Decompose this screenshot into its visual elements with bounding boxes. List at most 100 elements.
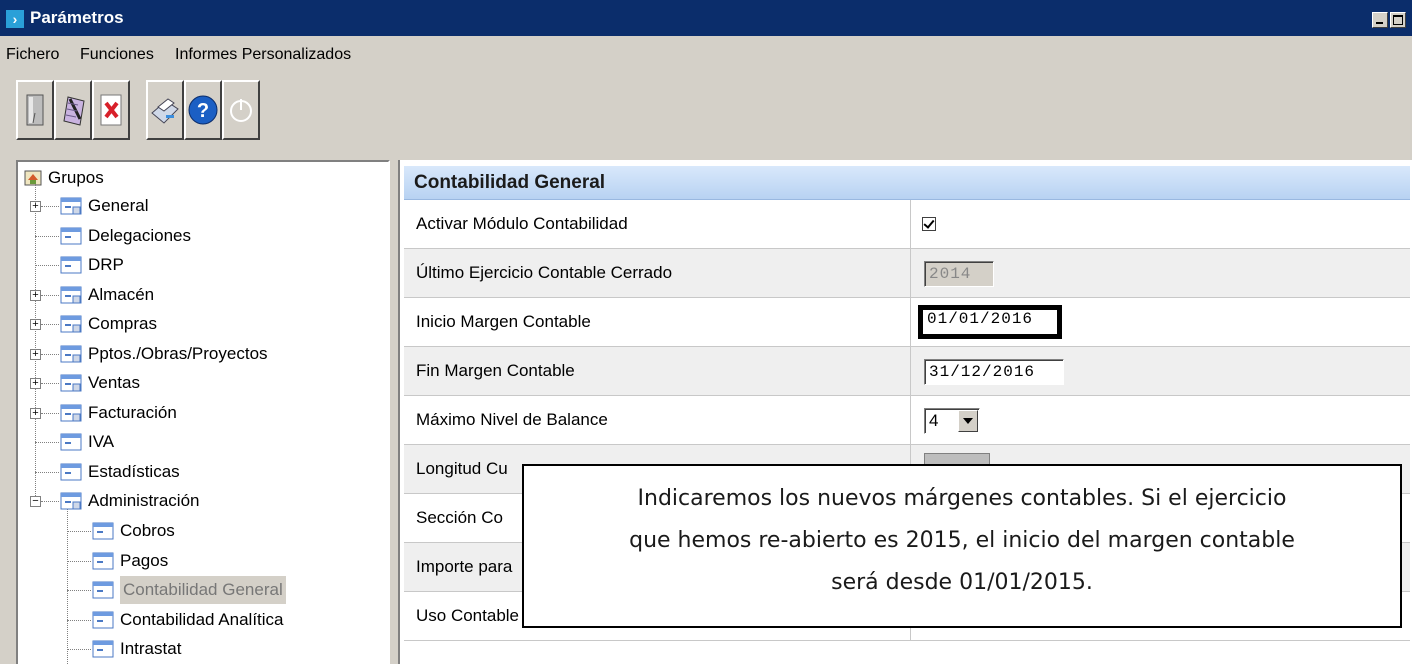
callout-line-3: será desde 01/01/2015. <box>831 570 1093 595</box>
groups-tree: Grupos + General Delegaciones DRP + Almacén + C… <box>16 160 390 664</box>
tree-item-label: Administración <box>88 491 200 510</box>
folder-group-icon <box>60 404 82 421</box>
parameter-field[interactable]: 31/12/2016 <box>924 359 1064 385</box>
tree-item[interactable]: − Administración <box>18 487 388 515</box>
tree-item[interactable]: Estadísticas <box>18 458 388 486</box>
help-button[interactable]: ? <box>184 80 222 140</box>
folder-group-icon <box>60 315 82 333</box>
title-bar: › Parámetros <box>0 0 1412 36</box>
expand-toggle-icon[interactable]: + <box>30 319 41 330</box>
tree-line <box>67 531 91 532</box>
column-separator <box>910 396 911 445</box>
maximize-button[interactable] <box>1390 12 1406 28</box>
tree-line <box>35 265 59 266</box>
tree-item[interactable]: + Almacén <box>18 281 388 309</box>
print-button[interactable] <box>146 80 184 140</box>
tree-child-label: Pagos <box>120 550 169 570</box>
column-separator <box>910 298 911 347</box>
form-icon <box>60 463 82 480</box>
groups-icon <box>24 170 42 186</box>
exit-button[interactable] <box>222 80 260 140</box>
tree-root-label: Grupos <box>48 168 104 187</box>
callout-line-1: Indicaremos los nuevos márgenes contable… <box>637 486 1287 511</box>
tree-item[interactable]: IVA <box>18 428 388 456</box>
expand-toggle-icon[interactable]: − <box>30 496 41 507</box>
tree-item[interactable]: Delegaciones <box>18 222 388 250</box>
edit-button[interactable] <box>54 80 92 140</box>
app-arrow-icon: › <box>6 10 24 28</box>
parameter-checkbox[interactable] <box>922 217 936 231</box>
parameter-row: Inicio Margen Contable 01/01/2016 <box>404 298 1410 347</box>
tree-item-label: General <box>88 196 149 215</box>
tree-child-item[interactable]: Contabilidad General <box>18 576 388 604</box>
tree-line <box>41 324 59 325</box>
tree-line <box>35 442 59 443</box>
tree-child-label: Intrastat <box>120 639 182 658</box>
tree-item-label: Almacén <box>88 284 155 304</box>
tree-line <box>67 649 91 650</box>
menu-funciones[interactable]: Funciones <box>80 46 154 64</box>
tree-line <box>41 383 59 384</box>
tree-line <box>41 353 59 355</box>
tree-line <box>35 471 59 473</box>
tree-line <box>41 501 59 502</box>
folder-group-icon <box>60 197 82 215</box>
parameter-row: Último Ejercicio Contable Cerrado 2014 <box>404 249 1410 298</box>
tree-item[interactable]: + Ventas <box>18 369 388 397</box>
tree-item[interactable]: + Compras <box>18 310 388 338</box>
tree-item-label: IVA <box>88 432 115 451</box>
parameter-row: Máximo Nivel de Balance 4 <box>404 396 1410 445</box>
parameter-field-focused[interactable]: 01/01/2016 <box>918 305 1062 339</box>
minimize-button[interactable] <box>1372 12 1388 28</box>
parameter-combo[interactable]: 4 <box>924 408 980 434</box>
tree-child-item[interactable]: Contabilidad Analítica <box>18 606 388 634</box>
expand-toggle-icon[interactable]: + <box>30 348 41 360</box>
parameter-label: Longitud Cu <box>416 459 508 478</box>
tree-line <box>67 619 91 621</box>
chevron-down-icon[interactable] <box>958 410 978 432</box>
column-separator <box>910 249 911 298</box>
new-document-button[interactable] <box>16 80 54 140</box>
form-icon <box>92 552 114 569</box>
column-separator <box>910 347 911 396</box>
menu-informes-personalizados[interactable]: Informes Personalizados <box>175 46 351 64</box>
tree-line <box>67 590 91 591</box>
parameter-label: Fin Margen Contable <box>416 361 575 380</box>
parameter-label: Sección Co <box>416 508 503 527</box>
tree-line <box>41 294 59 296</box>
parameter-label: Activar Módulo Contabilidad <box>416 214 628 233</box>
tree-item[interactable]: DRP <box>18 251 388 279</box>
folder-group-icon <box>60 286 82 303</box>
tree-item[interactable]: + Pptos./Obras/Proyectos <box>18 340 388 368</box>
menu-fichero[interactable]: Fichero <box>6 46 59 64</box>
tree-item[interactable]: + Facturación <box>18 399 388 427</box>
delete-button[interactable] <box>92 80 130 140</box>
parameter-label: Importe para <box>416 557 513 576</box>
parameter-field-disabled: 2014 <box>924 261 994 287</box>
tree-item[interactable]: + General <box>18 192 388 220</box>
expand-toggle-icon[interactable]: + <box>30 201 41 212</box>
tree-line <box>41 412 59 414</box>
tree-child-item[interactable]: Intrastat <box>18 635 388 663</box>
annotation-callout: Indicaremos los nuevos márgenes contable… <box>522 464 1402 628</box>
panel-title: Contabilidad General <box>404 166 1410 200</box>
folder-group-icon <box>60 492 82 510</box>
tree-child-item[interactable]: Pagos <box>18 547 388 575</box>
delete-icon <box>100 94 122 126</box>
form-icon <box>92 581 114 599</box>
tree-item-label: DRP <box>88 255 124 274</box>
tree-item-label: Pptos./Obras/Proyectos <box>88 343 268 363</box>
parameter-label: Máximo Nivel de Balance <box>416 410 608 429</box>
parameter-row: Activar Módulo Contabilidad <box>404 200 1410 249</box>
folder-group-icon <box>60 374 82 392</box>
print-icon <box>151 98 179 124</box>
expand-toggle-icon[interactable]: + <box>30 407 41 419</box>
expand-toggle-icon[interactable]: + <box>30 378 41 389</box>
tree-line <box>35 235 59 237</box>
tree-child-item[interactable]: Cobros <box>18 517 388 545</box>
expand-toggle-icon[interactable]: + <box>30 289 41 301</box>
form-icon <box>92 611 114 628</box>
document-icon <box>26 94 44 126</box>
folder-group-icon <box>60 345 82 362</box>
help-icon: ? <box>188 95 218 125</box>
